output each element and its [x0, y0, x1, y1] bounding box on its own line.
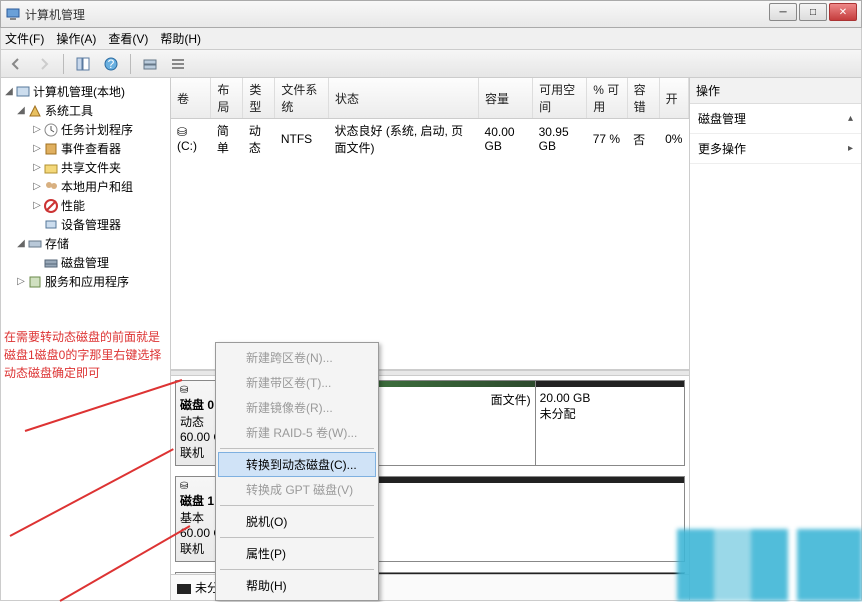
collapse-icon: ▴ — [848, 113, 853, 124]
col-type[interactable]: 类型 — [243, 78, 275, 119]
col-capacity[interactable]: 容量 — [479, 78, 533, 119]
app-icon — [5, 6, 21, 22]
volume-icon: ⛁ — [177, 125, 187, 139]
actions-section-diskmgmt[interactable]: 磁盘管理 ▴ — [690, 104, 861, 134]
tree-shared-folders[interactable]: ▷共享文件夹 — [3, 158, 168, 177]
cell-fs: NTFS — [275, 119, 329, 160]
tree-label: 系统工具 — [45, 102, 93, 119]
title-bar: 计算机管理 ─ □ ✕ — [0, 0, 862, 28]
menu-separator — [220, 537, 374, 538]
menu-convert-dynamic[interactable]: 转换到动态磁盘(C)... — [218, 452, 376, 477]
col-volume[interactable]: 卷 — [171, 78, 211, 119]
tree-label: 存储 — [45, 235, 69, 252]
tree-system-tools[interactable]: ◢系统工具 — [3, 101, 168, 120]
refresh-button[interactable] — [139, 53, 161, 75]
menu-new-raid5[interactable]: 新建 RAID-5 卷(W)... — [218, 420, 376, 445]
tree-label: 事件查看器 — [61, 140, 121, 157]
list-button[interactable] — [167, 53, 189, 75]
tree-performance[interactable]: ▷性能 — [3, 196, 168, 215]
show-hide-tree-button[interactable] — [72, 53, 94, 75]
cell-open: 0% — [659, 119, 688, 160]
volume-header-row: 卷 布局 类型 文件系统 状态 容量 可用空间 % 可用 容错 开 — [171, 78, 689, 119]
partition-status: 未分配 — [540, 405, 680, 422]
submenu-icon: ▸ — [848, 143, 853, 154]
col-free[interactable]: 可用空间 — [533, 78, 587, 119]
tree-label: 性能 — [61, 197, 85, 214]
col-layout[interactable]: 布局 — [211, 78, 243, 119]
tree-label: 服务和应用程序 — [45, 273, 129, 290]
disk-0-partition-1[interactable]: 20.00 GB 未分配 — [535, 381, 684, 465]
actions-header: 操作 — [690, 78, 861, 104]
toolbar: ? — [0, 50, 862, 78]
tree-local-users[interactable]: ▷本地用户和组 — [3, 177, 168, 196]
menu-convert-gpt[interactable]: 转换成 GPT 磁盘(V) — [218, 477, 376, 502]
tree-storage[interactable]: ◢存储 — [3, 234, 168, 253]
maximize-button[interactable]: □ — [799, 3, 827, 21]
window-title: 计算机管理 — [25, 6, 857, 23]
cell-fault: 否 — [627, 119, 659, 160]
tree-device-manager[interactable]: 设备管理器 — [3, 215, 168, 234]
actions-pane: 操作 磁盘管理 ▴ 更多操作 ▸ — [689, 78, 861, 600]
volume-list[interactable]: 卷 布局 类型 文件系统 状态 容量 可用空间 % 可用 容错 开 ⛁ (C:)… — [171, 78, 689, 370]
close-button[interactable]: ✕ — [829, 3, 857, 21]
col-status[interactable]: 状态 — [329, 78, 479, 119]
partition-size: 20.00 GB — [540, 391, 680, 405]
cell-status: 状态良好 (系统, 启动, 页面文件) — [329, 119, 479, 160]
legend-unalloc-swatch — [177, 584, 191, 594]
menu-offline[interactable]: 脱机(O) — [218, 509, 376, 534]
actions-label: 更多操作 — [698, 140, 746, 157]
menu-help[interactable]: 帮助(H) — [160, 30, 201, 47]
tree-root[interactable]: ◢计算机管理(本地) — [3, 82, 168, 101]
menu-help[interactable]: 帮助(H) — [218, 573, 376, 598]
menu-new-striped[interactable]: 新建带区卷(T)... — [218, 370, 376, 395]
window-buttons: ─ □ ✕ — [767, 3, 857, 21]
svg-text:?: ? — [108, 57, 115, 71]
menu-action[interactable]: 操作(A) — [56, 30, 96, 47]
navigation-tree[interactable]: ◢计算机管理(本地) ◢系统工具 ▷任务计划程序 ▷事件查看器 ▷共享文件夹 ▷… — [1, 78, 171, 600]
menu-separator — [220, 448, 374, 449]
actions-more[interactable]: 更多操作 ▸ — [690, 134, 861, 164]
toolbar-separator — [63, 54, 64, 74]
tree-task-scheduler[interactable]: ▷任务计划程序 — [3, 120, 168, 139]
cell-vol: (C:) — [177, 139, 197, 153]
menu-properties[interactable]: 属性(P) — [218, 541, 376, 566]
menu-new-spanned[interactable]: 新建跨区卷(N)... — [218, 345, 376, 370]
tree-label: 设备管理器 — [61, 216, 121, 233]
tree-event-viewer[interactable]: ▷事件查看器 — [3, 139, 168, 158]
menu-separator — [220, 505, 374, 506]
minimize-button[interactable]: ─ — [769, 3, 797, 21]
tree-label: 磁盘管理 — [61, 254, 109, 271]
tree-disk-management[interactable]: 磁盘管理 — [3, 253, 168, 272]
watermark-overlay — [677, 529, 862, 601]
col-pct[interactable]: % 可用 — [587, 78, 627, 119]
toolbar-separator — [130, 54, 131, 74]
menu-file[interactable]: 文件(F) — [5, 30, 44, 47]
back-button[interactable] — [5, 53, 27, 75]
volume-row[interactable]: ⛁ (C:) 简单 动态 NTFS 状态良好 (系统, 启动, 页面文件) 40… — [171, 119, 689, 160]
col-open[interactable]: 开 — [659, 78, 688, 119]
tree-label: 计算机管理(本地) — [33, 83, 125, 100]
menu-new-mirror[interactable]: 新建镜像卷(R)... — [218, 395, 376, 420]
tree-label: 本地用户和组 — [61, 178, 133, 195]
cell-free: 30.95 GB — [533, 119, 587, 160]
actions-label: 磁盘管理 — [698, 110, 746, 127]
context-menu[interactable]: 新建跨区卷(N)... 新建带区卷(T)... 新建镜像卷(R)... 新建 R… — [215, 342, 379, 601]
menu-bar: 文件(F) 操作(A) 查看(V) 帮助(H) — [0, 28, 862, 50]
tree-services-apps[interactable]: ▷服务和应用程序 — [3, 272, 168, 291]
cell-type: 动态 — [243, 119, 275, 160]
col-filesystem[interactable]: 文件系统 — [275, 78, 329, 119]
tree-label: 任务计划程序 — [61, 121, 133, 138]
menu-view[interactable]: 查看(V) — [108, 30, 148, 47]
col-fault[interactable]: 容错 — [627, 78, 659, 119]
cell-layout: 简单 — [211, 119, 243, 160]
menu-separator — [220, 569, 374, 570]
tree-label: 共享文件夹 — [61, 159, 121, 176]
cell-capacity: 40.00 GB — [479, 119, 533, 160]
cell-pct: 77 % — [587, 119, 627, 160]
help-button[interactable]: ? — [100, 53, 122, 75]
forward-button[interactable] — [33, 53, 55, 75]
